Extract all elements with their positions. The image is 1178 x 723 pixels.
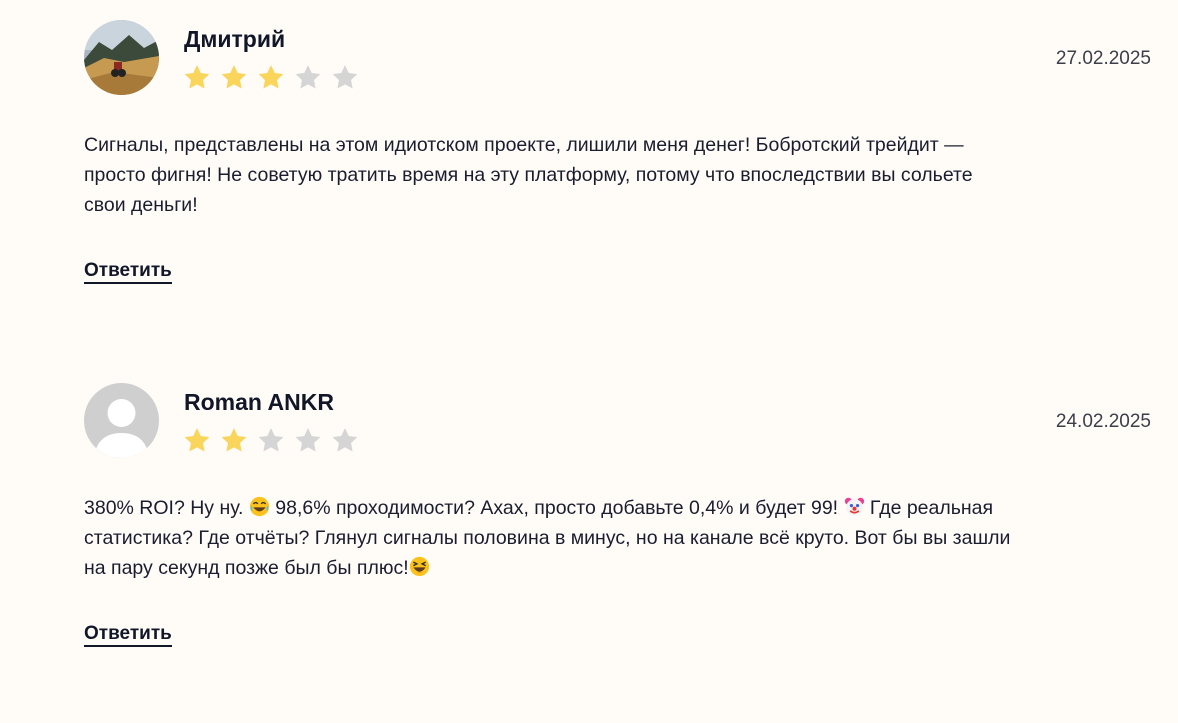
user-avatar-photo xyxy=(84,20,159,95)
star-filled-icon xyxy=(184,428,210,452)
rating-stars xyxy=(182,426,360,455)
review-text-line: 380% ROI? Ну ну. 98,6% проходимости? Аха… xyxy=(84,493,1144,523)
rating-stars xyxy=(182,63,360,92)
reply-link[interactable]: Ответить xyxy=(84,260,172,284)
review-text-segment: 380% ROI? Ну ну. xyxy=(84,497,249,519)
review-text-line: свои деньги! xyxy=(84,194,198,216)
star-filled-icon xyxy=(221,428,247,452)
review-text-segment: Где реальная xyxy=(864,497,994,519)
review-text-line: Сигналы, представлены на этом идиотском … xyxy=(84,134,964,156)
default-user-avatar xyxy=(84,383,159,458)
squinting-laugh-emoji-icon xyxy=(409,556,429,577)
review-date: 24.02.2025 xyxy=(1055,411,1151,432)
review-author: Roman ANKR xyxy=(184,389,334,415)
star-empty-icon xyxy=(295,428,321,452)
review-text: Сигналы, представлены на этом идиотском … xyxy=(84,130,1144,220)
star-filled-icon xyxy=(221,65,247,89)
star-empty-icon xyxy=(258,428,284,452)
review-text-line: просто фигня! Не советую тратить время н… xyxy=(84,164,973,186)
joy-emoji-icon xyxy=(249,496,269,517)
review-text-segment: на пару секунд позже был бы плюс! xyxy=(84,557,409,579)
review-text-line: на пару секунд позже был бы плюс! xyxy=(84,553,1144,583)
review-text-line: статистика? Где отчёты? Глянул сигналы п… xyxy=(84,527,1011,549)
star-empty-icon xyxy=(332,428,358,452)
star-filled-icon xyxy=(258,65,284,89)
star-filled-icon xyxy=(184,65,210,89)
clown-emoji-icon xyxy=(844,497,864,516)
star-empty-icon xyxy=(295,65,321,89)
star-empty-icon xyxy=(332,65,358,89)
review-date: 27.02.2025 xyxy=(1055,48,1151,69)
review-text: 380% ROI? Ну ну. 98,6% проходимости? Аха… xyxy=(84,493,1144,583)
review-author: Дмитрий xyxy=(184,26,286,52)
reply-link[interactable]: Ответить xyxy=(84,623,172,647)
review-text-segment: 98,6% проходимости? Ахах, просто добавьт… xyxy=(269,497,844,519)
